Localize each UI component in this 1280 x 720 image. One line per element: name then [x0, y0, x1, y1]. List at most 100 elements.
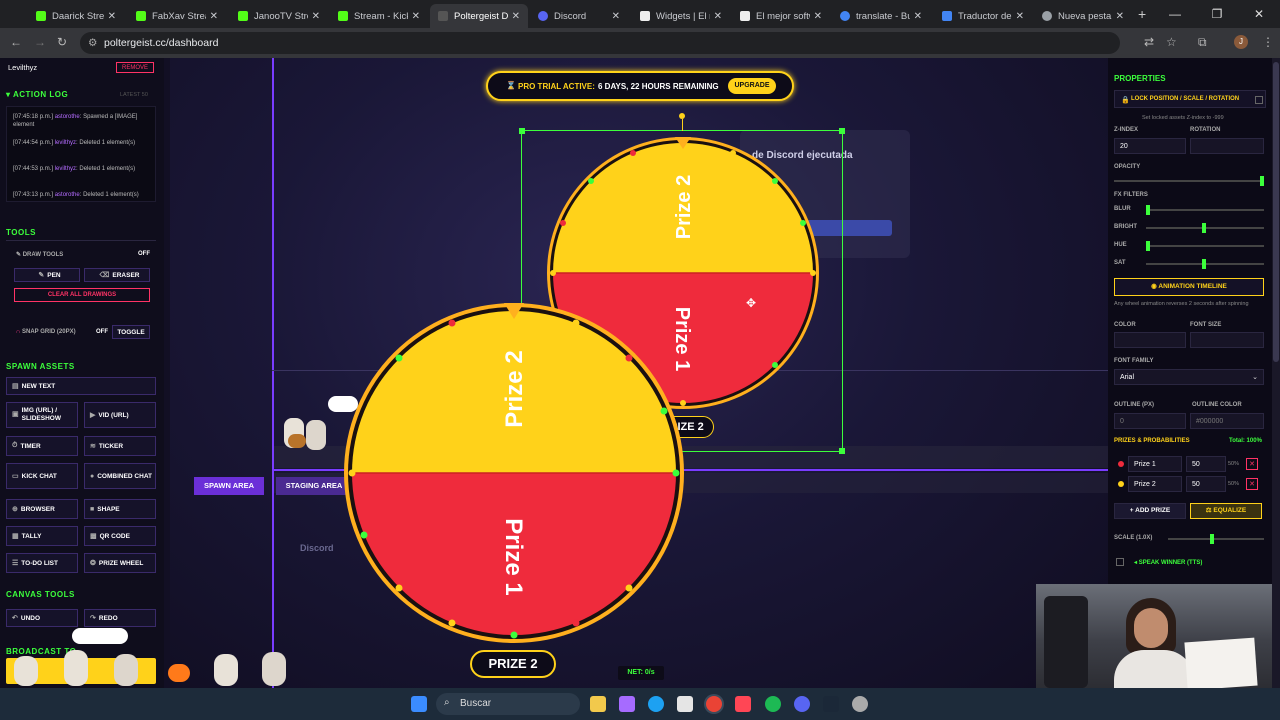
bright-slider[interactable]: [1146, 223, 1264, 233]
opacity-slider[interactable]: [1114, 176, 1264, 186]
clear-drawings-button[interactable]: CLEAR ALL DRAWINGS: [14, 288, 150, 302]
prize-wheel-large[interactable]: Prize 2 Prize 1: [342, 301, 686, 645]
copilot-icon[interactable]: [619, 696, 635, 712]
video-button[interactable]: ▶ VID (URL): [84, 402, 156, 428]
start-icon[interactable]: [411, 696, 427, 712]
steam-icon[interactable]: [823, 696, 839, 712]
spotify-icon[interactable]: [765, 696, 781, 712]
browser-tab[interactable]: Discord ✕: [530, 4, 628, 28]
outline-px-input[interactable]: 0: [1114, 413, 1186, 429]
delete-prize-icon[interactable]: ✕: [1246, 478, 1258, 490]
browser-tab[interactable]: Widgets | El m✕: [632, 4, 730, 28]
rotation-input[interactable]: [1190, 138, 1264, 154]
site-info-icon[interactable]: ⚙: [88, 32, 97, 54]
draw-tools-state[interactable]: OFF: [138, 251, 150, 257]
extensions-icon[interactable]: ⧉: [1198, 35, 1207, 50]
close-icon[interactable]: ✕: [210, 11, 218, 22]
close-icon[interactable]: ✕: [612, 11, 620, 22]
close-icon[interactable]: ✕: [1116, 11, 1124, 22]
close-icon[interactable]: ✕: [108, 11, 116, 22]
url-field[interactable]: ⚙ poltergeist.cc/dashboard: [80, 32, 1120, 54]
lock-checkbox[interactable]: [1255, 96, 1263, 104]
font-family-select[interactable]: Arial ⌄: [1114, 369, 1264, 385]
discord-icon[interactable]: [794, 696, 810, 712]
tally-button[interactable]: ▦ TALLY: [6, 526, 78, 546]
equalize-button[interactable]: ⚖ EQUALIZE: [1190, 503, 1262, 519]
translate-page-icon[interactable]: ⇄: [1144, 35, 1154, 49]
minimize-icon[interactable]: —: [1154, 0, 1196, 28]
zindex-input[interactable]: 20: [1114, 138, 1186, 154]
close-icon[interactable]: ✕: [714, 11, 722, 22]
close-icon[interactable]: ✕: [914, 11, 922, 22]
menu-icon[interactable]: ⋮: [1262, 35, 1274, 49]
close-icon[interactable]: ✕: [412, 11, 420, 22]
combined-chat-button[interactable]: ● COMBINED CHAT: [84, 463, 156, 489]
prize-wheel-button[interactable]: ❂ PRIZE WHEEL: [84, 553, 156, 573]
prize-name-input[interactable]: Prize 2: [1128, 476, 1182, 492]
action-log-list[interactable]: [07:45:18 p.m.] astorothe: Spawned a [IM…: [6, 106, 156, 202]
store-icon[interactable]: [677, 696, 693, 712]
forward-icon[interactable]: →: [34, 35, 46, 49]
page-scrollbar[interactable]: [1272, 58, 1280, 688]
upgrade-button[interactable]: UPGRADE: [728, 78, 776, 94]
browser-tab[interactable]: Stream - Kick D✕: [330, 4, 428, 28]
browser-tab-active[interactable]: Poltergeist Das✕: [430, 4, 528, 28]
obs-icon[interactable]: [852, 696, 868, 712]
browser-tab[interactable]: Nueva pestaña✕: [1034, 4, 1132, 28]
browser-tab[interactable]: El mejor softw✕: [732, 4, 830, 28]
prize-weight-input[interactable]: 50: [1186, 476, 1226, 492]
close-icon[interactable]: ✕: [312, 11, 320, 22]
valorant-icon[interactable]: [735, 696, 751, 712]
todo-list-button[interactable]: ☰ TO-DO LIST: [6, 553, 78, 573]
profile-avatar[interactable]: J: [1234, 35, 1248, 49]
new-tab-button[interactable]: +: [1138, 6, 1146, 22]
add-prize-button[interactable]: + ADD PRIZE: [1114, 503, 1186, 519]
file-explorer-icon[interactable]: [590, 696, 606, 712]
snap-toggle-button[interactable]: TOGGLE: [112, 325, 150, 339]
maximize-icon[interactable]: ❐: [1196, 0, 1238, 28]
bookmark-icon[interactable]: ☆: [1166, 35, 1177, 49]
pen-button[interactable]: ✎ PEN: [14, 268, 80, 282]
ticker-button[interactable]: ≋ TICKER: [84, 436, 156, 456]
sat-slider[interactable]: [1146, 259, 1264, 269]
font-size-input[interactable]: [1190, 332, 1264, 348]
blur-slider[interactable]: [1146, 205, 1264, 215]
outline-color-input[interactable]: #000000: [1190, 413, 1264, 429]
scrollbar-thumb[interactable]: [1273, 62, 1279, 362]
shape-button[interactable]: ■ SHAPE: [84, 499, 156, 519]
close-window-icon[interactable]: ✕: [1238, 0, 1280, 28]
reload-icon[interactable]: ↻: [57, 35, 67, 49]
new-text-button[interactable]: ▤ NEW TEXT: [6, 377, 156, 395]
prize-color-dot[interactable]: [1118, 481, 1124, 487]
kick-chat-button[interactable]: ▭ KICK CHAT: [6, 463, 78, 489]
cat-guitar-sprite[interactable]: [280, 396, 358, 454]
delete-prize-icon[interactable]: ✕: [1246, 458, 1258, 470]
browser-tab[interactable]: Traductor de G✕: [934, 4, 1032, 28]
speak-winner-checkbox[interactable]: [1116, 558, 1124, 566]
chrome-icon[interactable]: [706, 696, 722, 712]
back-icon[interactable]: ←: [10, 35, 22, 49]
timer-button[interactable]: ⏱ TIMER: [6, 436, 78, 456]
color-input[interactable]: [1114, 332, 1186, 348]
browser-tab[interactable]: FabXav Stream✕: [128, 4, 226, 28]
scale-slider[interactable]: [1168, 534, 1264, 544]
lock-row[interactable]: 🔒 LOCK POSITION / SCALE / ROTATION: [1114, 90, 1266, 108]
prize-weight-input[interactable]: 50: [1186, 456, 1226, 472]
hue-slider[interactable]: [1146, 241, 1264, 251]
prize-name-input[interactable]: Prize 1: [1128, 456, 1182, 472]
resize-handle[interactable]: [839, 448, 845, 454]
action-log-heading[interactable]: ▾ ACTION LOG: [6, 90, 68, 99]
canvas-area[interactable]: de Discord ejecutada ⌛ PRO TRIAL ACTIVE:…: [170, 58, 1108, 688]
resize-handle[interactable]: [519, 128, 525, 134]
cat-band-sprite[interactable]: [4, 626, 294, 688]
edge-icon[interactable]: [648, 696, 664, 712]
taskbar-search[interactable]: ⌕ Buscar: [436, 693, 580, 715]
remove-user-button[interactable]: REMOVE: [116, 62, 154, 73]
animation-timeline-button[interactable]: ◉ ANIMATION TIMELINE: [1114, 278, 1264, 296]
browser-source-button[interactable]: ⊕ BROWSER: [6, 499, 78, 519]
redo-button[interactable]: ↷ REDO: [84, 609, 156, 627]
close-icon[interactable]: ✕: [512, 11, 520, 22]
undo-button[interactable]: ↶ UNDO: [6, 609, 78, 627]
prize-color-dot[interactable]: [1118, 461, 1124, 467]
close-icon[interactable]: ✕: [1016, 11, 1024, 22]
